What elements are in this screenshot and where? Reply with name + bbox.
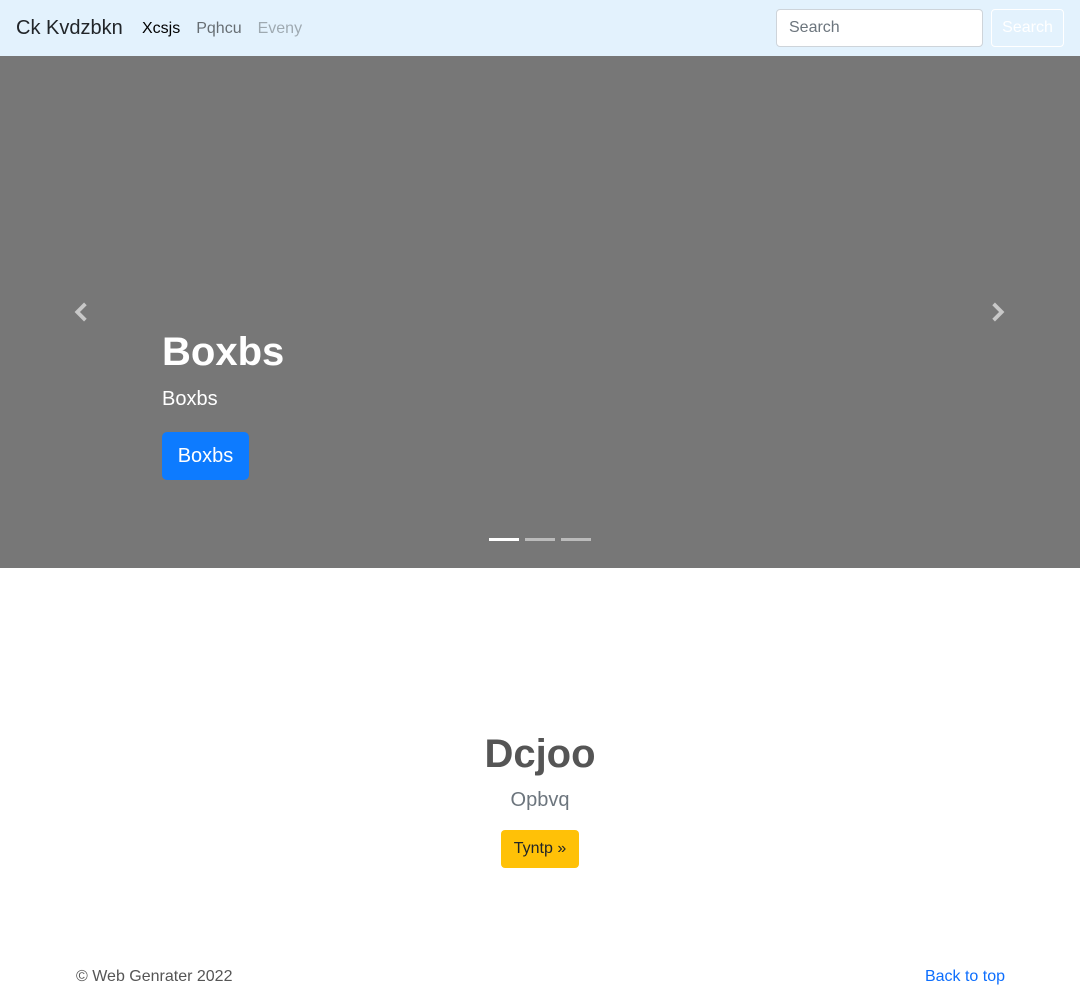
- search-button[interactable]: Search: [991, 9, 1064, 47]
- nav-link-xcsjs[interactable]: Xcsjs: [142, 19, 180, 39]
- slide-cta-button[interactable]: Boxbs: [162, 432, 249, 480]
- navbar: Ck Kvdzbkn Xcsjs Pqhcu Eveny Search: [0, 0, 1080, 56]
- hero-cta-button[interactable]: Tyntp »: [501, 830, 579, 868]
- chevron-left-icon: [74, 302, 87, 322]
- nav-links: Xcsjs Pqhcu Eveny: [142, 19, 302, 39]
- back-to-top-link[interactable]: Back to top: [925, 967, 1005, 987]
- hero-title: Dcjoo: [484, 732, 596, 776]
- nav-link-eveny: Eveny: [257, 20, 303, 37]
- slide-subtitle: Boxbs: [162, 388, 218, 410]
- carousel-indicator-2[interactable]: [525, 538, 555, 541]
- carousel-prev-button[interactable]: [61, 292, 101, 332]
- search-input[interactable]: [776, 9, 983, 47]
- slide-title: Boxbs: [162, 330, 285, 374]
- nav-link-pqhcu[interactable]: Pqhcu: [196, 19, 241, 39]
- carousel-next-button[interactable]: [978, 292, 1018, 332]
- footer-copyright: © Web Genrater 2022: [76, 968, 233, 985]
- carousel-indicator-1[interactable]: [489, 538, 519, 541]
- hero-subtitle: Opbvq: [510, 789, 570, 811]
- carousel-indicators: [489, 538, 591, 541]
- brand-link[interactable]: Ck Kvdzbkn: [16, 16, 123, 40]
- carousel-indicator-3[interactable]: [561, 538, 591, 541]
- chevron-right-icon: [992, 302, 1005, 322]
- carousel: Boxbs Boxbs Boxbs: [0, 56, 1080, 568]
